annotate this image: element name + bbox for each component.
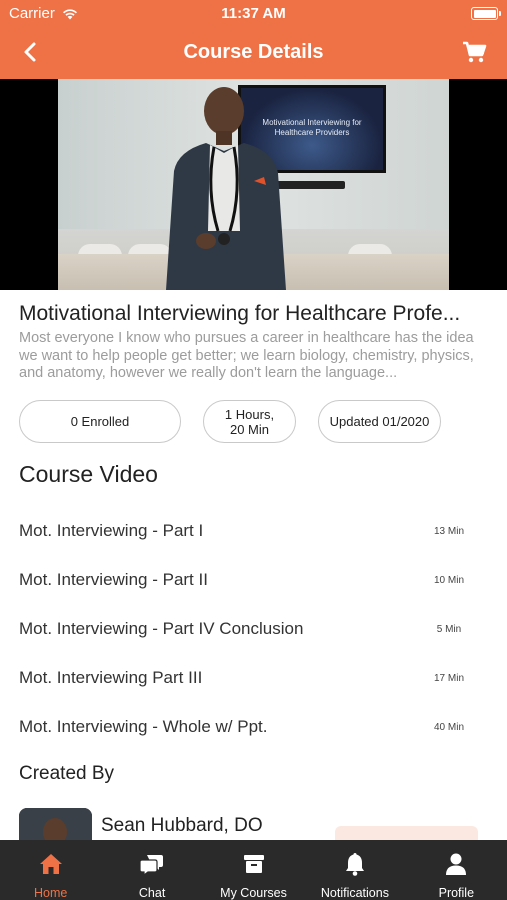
- tab-label: Notifications: [320, 886, 389, 900]
- updated-date-badge: Updated 01/2020: [318, 400, 441, 443]
- created-by-heading: Created By: [19, 763, 115, 784]
- course-video-heading: Course Video: [19, 461, 158, 487]
- tab-bar: Home Chat My Courses Notifications Profi…: [0, 840, 507, 900]
- tab-label: Home: [34, 886, 68, 900]
- duration-line1: 1 Hours,: [224, 406, 275, 422]
- duration-line2: 20 Min: [229, 421, 269, 437]
- user-icon: [446, 853, 467, 875]
- video-list-item[interactable]: Mot. Interviewing - Part I 13 Min: [19, 516, 469, 546]
- video-duration: 5 Min: [436, 623, 462, 635]
- archive-icon: [243, 855, 264, 873]
- tab-label: My Courses: [220, 886, 287, 900]
- video-duration: 17 Min: [433, 672, 464, 684]
- battery-icon: [471, 7, 501, 20]
- video-title: Mot. Interviewing Part III: [19, 668, 203, 687]
- video-thumbnail: Motivational Interviewing for Healthcare…: [58, 79, 449, 290]
- video-list-item[interactable]: Mot. Interviewing - Part II 10 Min: [19, 565, 469, 595]
- author-name[interactable]: Sean Hubbard, DO: [101, 815, 263, 837]
- page-title: Course Details: [183, 41, 324, 63]
- status-bar: Carrier 11:37 AM: [0, 0, 507, 28]
- enrolled-label: 0 Enrolled: [70, 414, 130, 429]
- enrolled-count-badge: 0 Enrolled: [19, 400, 181, 443]
- course-video-player[interactable]: Motivational Interviewing for Healthcare…: [0, 79, 507, 290]
- video-list-item[interactable]: Mot. Interviewing - Part IV Conclusion 5…: [19, 614, 469, 644]
- bell-icon: [345, 853, 364, 876]
- video-list-item[interactable]: Mot. Interviewing Part III 17 Min: [19, 663, 469, 693]
- clock: 11:37 AM: [221, 5, 286, 22]
- tab-chat[interactable]: Chat: [101, 840, 202, 900]
- video-duration: 40 Min: [433, 721, 464, 733]
- nav-bar: Course Details: [0, 28, 507, 79]
- tab-my-courses[interactable]: My Courses: [203, 840, 304, 900]
- presenter-image: [166, 87, 286, 290]
- course-title: Motivational Interviewing for Healthcare…: [19, 302, 461, 325]
- chat-icon: [139, 855, 164, 877]
- tab-label: Chat: [138, 886, 166, 900]
- video-title: Mot. Interviewing - Part IV Conclusion: [19, 619, 304, 638]
- video-title: Mot. Interviewing - Part I: [19, 521, 204, 540]
- video-title: Mot. Interviewing - Part II: [19, 570, 208, 589]
- top-bar: Carrier 11:37 AM Course Details: [0, 0, 507, 79]
- updated-label: Updated 01/2020: [329, 414, 430, 429]
- home-icon: [39, 854, 62, 874]
- duration-badge: 1 Hours, 20 Min: [203, 400, 296, 443]
- cart-button[interactable]: [461, 39, 487, 65]
- tab-label: Profile: [438, 886, 475, 900]
- video-list-item[interactable]: Mot. Interviewing - Whole w/ Ppt. 40 Min: [19, 712, 469, 742]
- cart-icon: [463, 41, 487, 63]
- video-duration: 13 Min: [433, 525, 464, 537]
- video-duration: 10 Min: [433, 574, 464, 586]
- tab-notifications[interactable]: Notifications: [304, 840, 405, 900]
- video-title: Mot. Interviewing - Whole w/ Ppt.: [19, 717, 268, 736]
- tab-home[interactable]: Home: [0, 840, 101, 900]
- course-description: Most everyone I know who pursues a caree…: [19, 330, 474, 381]
- tab-profile[interactable]: Profile: [406, 840, 507, 900]
